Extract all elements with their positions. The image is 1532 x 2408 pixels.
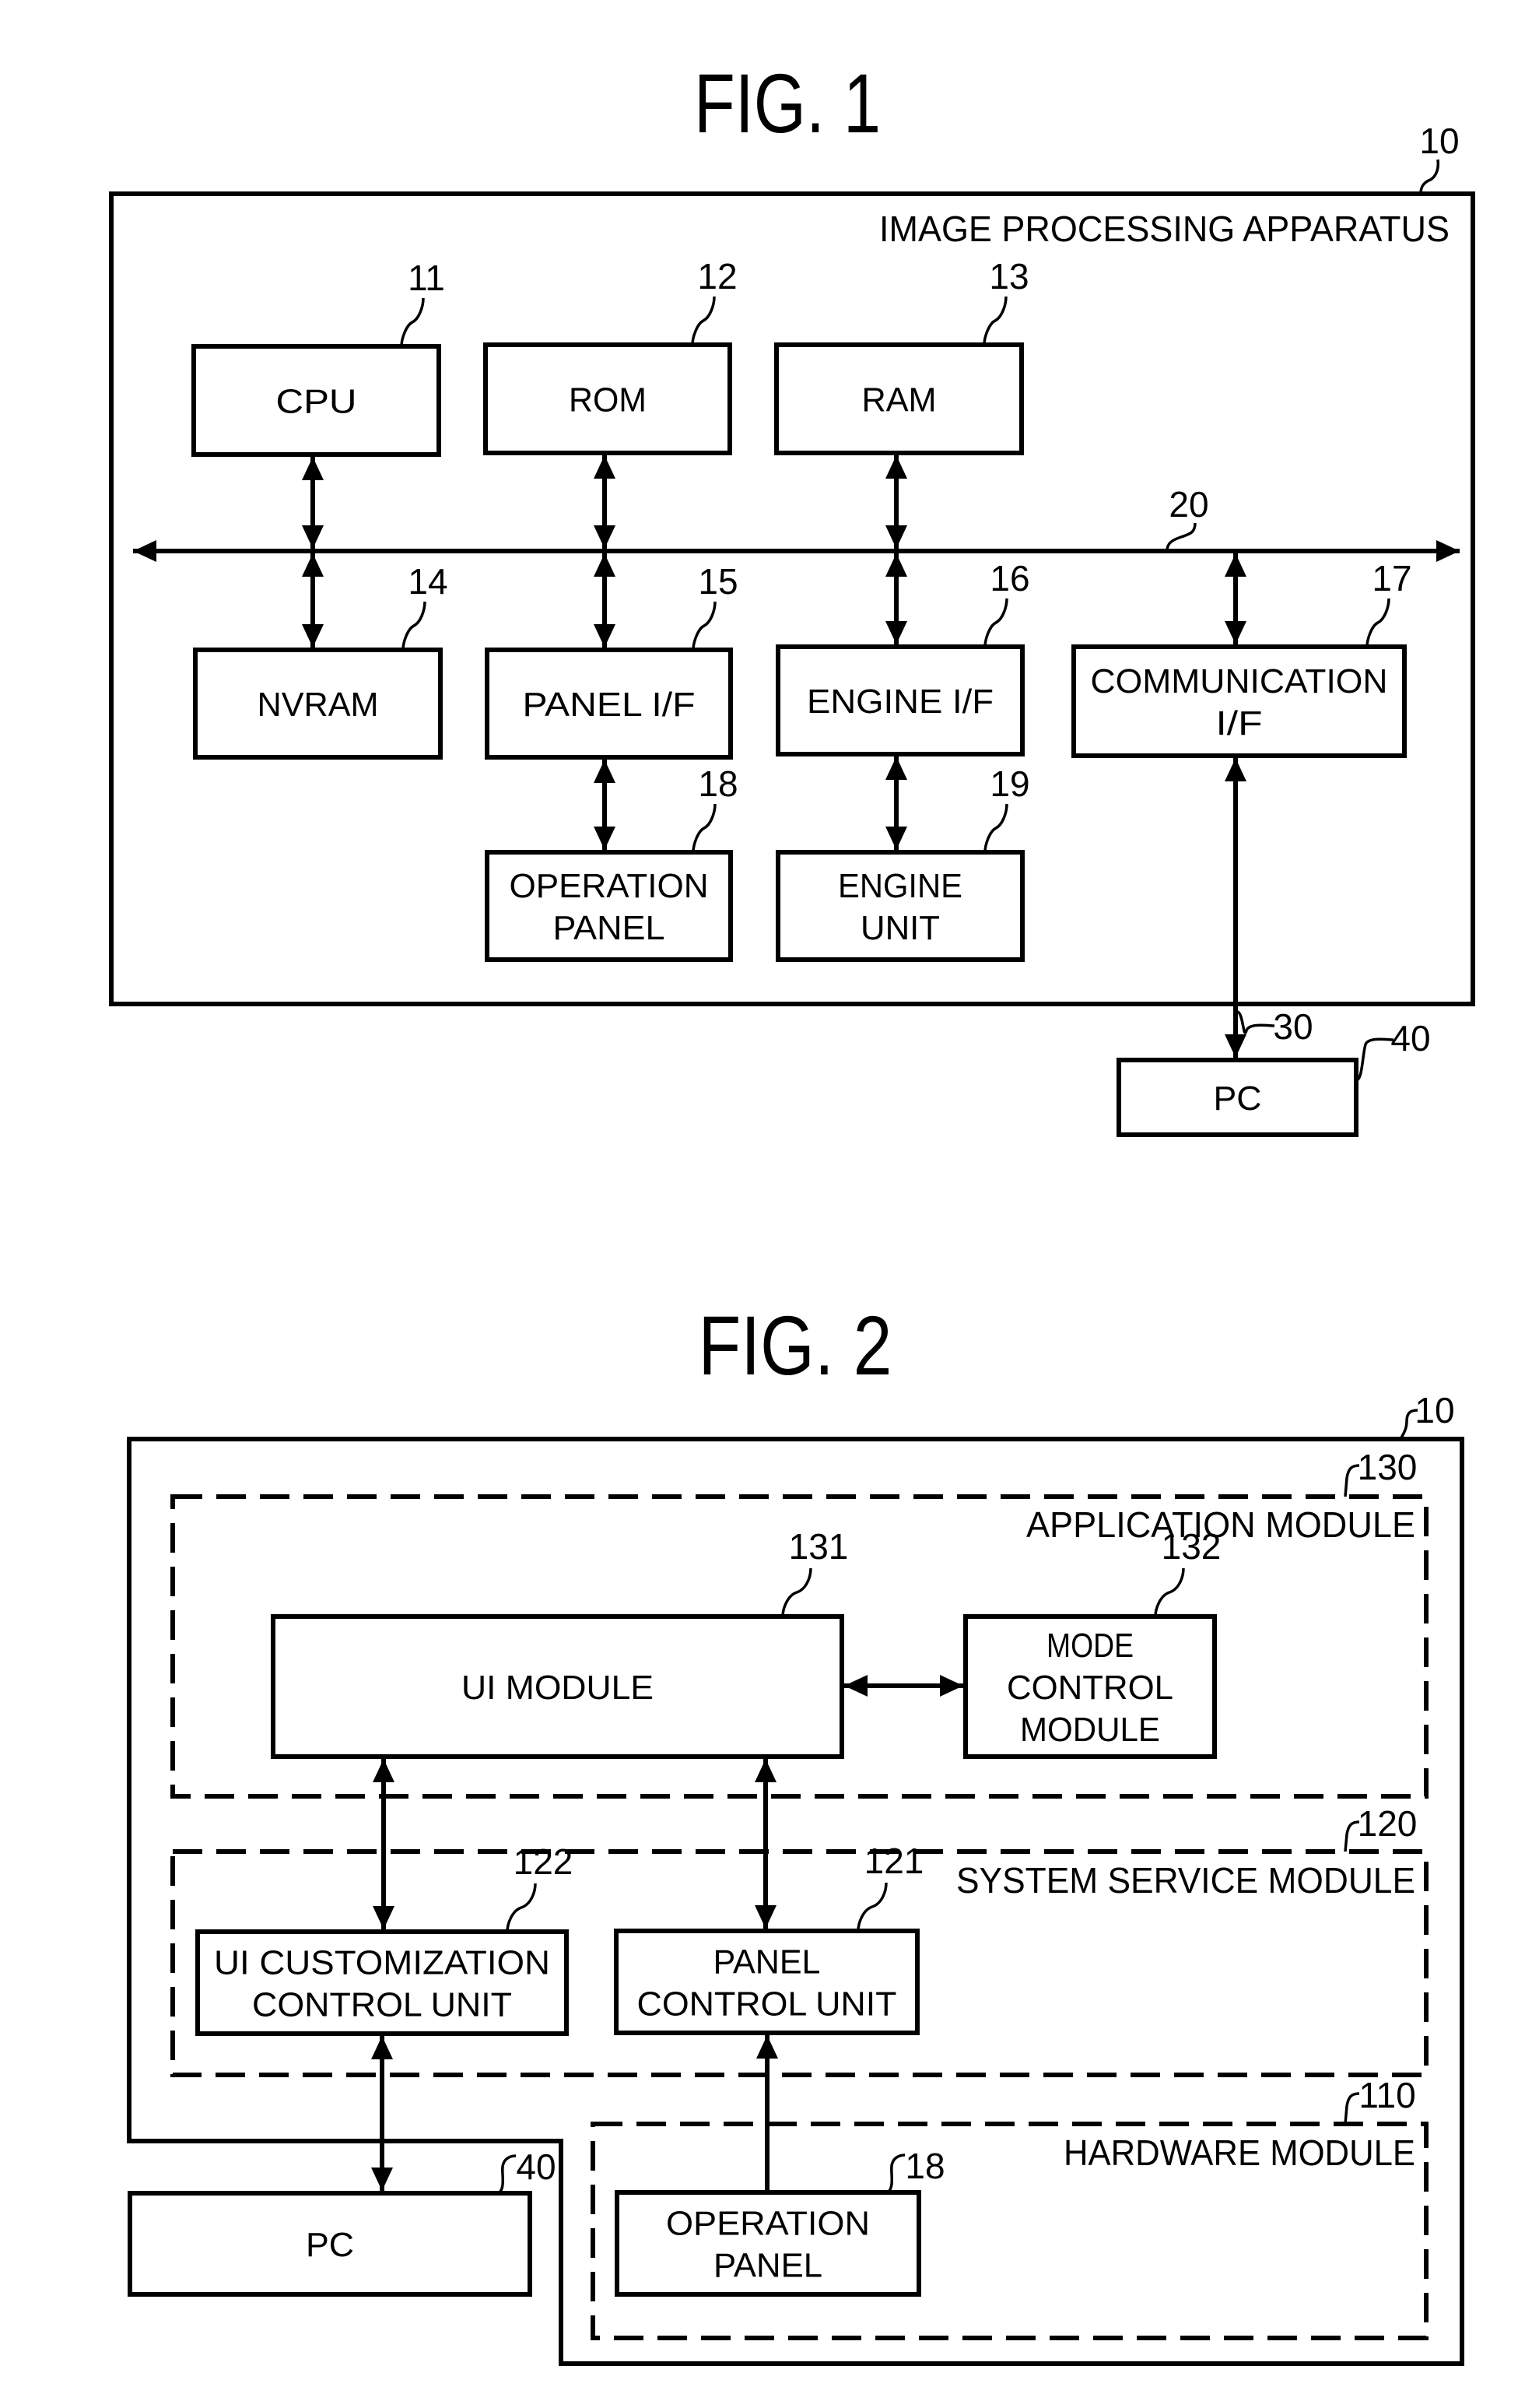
block-label-line: ENGINE I/F <box>807 683 994 721</box>
ref-num-12: 12 <box>697 256 737 297</box>
ref-num-17: 17 <box>1372 558 1411 598</box>
block-label-line: MODULE <box>1020 1711 1160 1749</box>
block-label-line: CONTROL UNIT <box>252 1986 512 2024</box>
patent-drawing-sheet: FIG. 1 IMAGE PROCESSING APPARATUS 10 20 … <box>0 0 1532 2408</box>
block-label-line: NVRAM <box>258 686 379 724</box>
ref-num-18: 18 <box>698 763 738 804</box>
block-label-line: UI MODULE <box>461 1669 654 1707</box>
ref-num-130: 130 <box>1358 1447 1418 1487</box>
ref-num-11: 11 <box>408 258 445 298</box>
block-label-line: PC <box>1214 1079 1262 1118</box>
ref-num-15: 15 <box>698 561 738 602</box>
ref-num-30: 30 <box>1273 1006 1313 1047</box>
hardware-module-label: HARDWARE MODULE <box>1064 2132 1415 2173</box>
block-label-line: RAM <box>862 381 937 419</box>
block-label-line: PANEL I/F <box>523 686 696 724</box>
ref-num-110: 110 <box>1358 2075 1415 2115</box>
ref-num-40: 40 <box>516 2146 556 2187</box>
block-label-line: COMMUNICATION <box>1091 662 1388 700</box>
ref-num-121: 121 <box>864 1841 924 1881</box>
block-label-line: MODE <box>1046 1627 1134 1665</box>
block-label-line: UI CUSTOMIZATION <box>214 1944 550 1982</box>
block-label-line: PANEL <box>713 1943 821 1982</box>
ref-num-132: 132 <box>1162 1526 1222 1567</box>
block-label-line: I/F <box>1216 704 1263 742</box>
figure-2-title: FIG. 2 <box>699 1298 892 1392</box>
block-label-line: ENGINE <box>838 867 962 905</box>
ref-num-19: 19 <box>990 763 1029 804</box>
block-label-line: OPERATION <box>666 2205 870 2243</box>
ref-num-18: 18 <box>905 2146 945 2186</box>
system-service-module-label: SYSTEM SERVICE MODULE <box>956 1860 1415 1901</box>
image-processing-apparatus-label: IMAGE PROCESSING APPARATUS <box>879 209 1450 249</box>
ref-num-120: 120 <box>1358 1803 1418 1844</box>
ref-num-13: 13 <box>989 256 1029 297</box>
block-label-line: UNIT <box>861 909 940 947</box>
block-label-line: PANEL <box>713 2247 822 2285</box>
block-label-line: CONTROL <box>1007 1669 1173 1707</box>
block-label-line: ROM <box>569 381 647 419</box>
block-label-line: CONTROL UNIT <box>637 1985 897 2024</box>
block-label-line: PC <box>306 2226 354 2264</box>
ref-num-16: 16 <box>990 558 1029 598</box>
ref-num-40: 40 <box>1390 1018 1430 1058</box>
ref-num-20: 20 <box>1169 484 1208 525</box>
figure-1-title: FIG. 1 <box>694 56 881 150</box>
ref-num-14: 14 <box>408 561 447 602</box>
ref-num-131: 131 <box>789 1526 849 1567</box>
block-label-line: OPERATION <box>510 867 709 905</box>
block-label-line: CPU <box>276 383 357 421</box>
ref-num-122: 122 <box>514 1841 573 1882</box>
ref-num-10: 10 <box>1419 121 1459 161</box>
block-label-line: PANEL <box>553 909 665 947</box>
ref-num-10-fig2: 10 <box>1415 1390 1454 1430</box>
